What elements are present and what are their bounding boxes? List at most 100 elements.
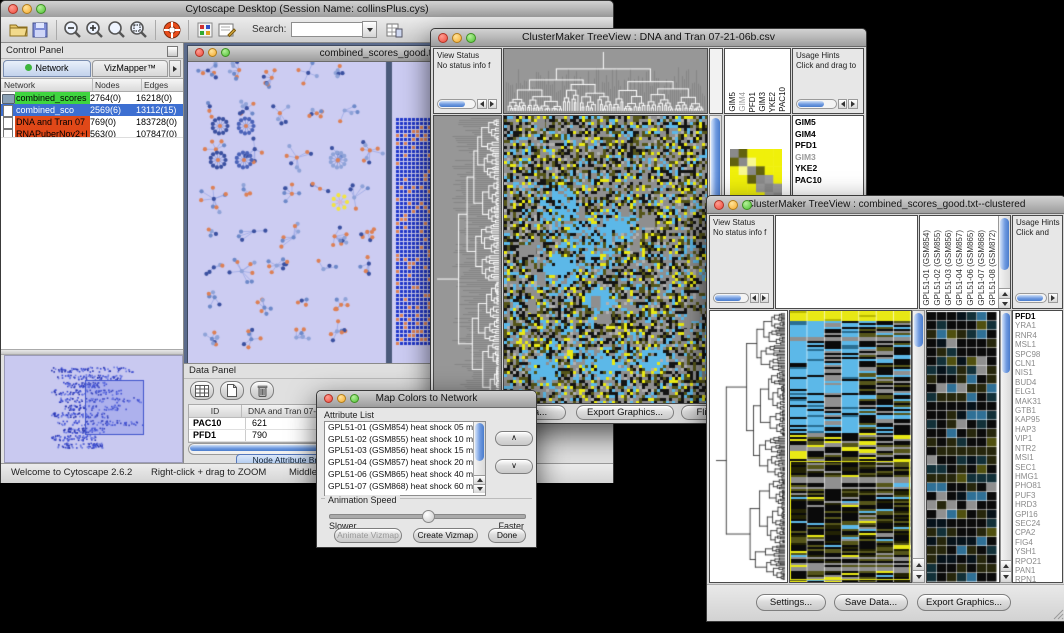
zoom-button[interactable] xyxy=(221,48,230,57)
scroll-right-button[interactable] xyxy=(848,99,858,109)
search-input[interactable] xyxy=(291,22,362,37)
column-label[interactable]: GIM3 xyxy=(758,92,767,112)
zoom-selected-button[interactable] xyxy=(128,19,150,41)
column-label[interactable]: GPL51-03 (GSM856) xyxy=(944,230,953,306)
minimize-button[interactable] xyxy=(337,394,346,403)
gene-label[interactable]: RPO21 xyxy=(1015,557,1060,566)
scrollbar-thumb[interactable] xyxy=(1017,295,1043,301)
gene-label[interactable]: HAP3 xyxy=(1015,425,1060,434)
scroll-right-button[interactable] xyxy=(1048,293,1058,303)
scroll-left-button[interactable] xyxy=(477,99,486,109)
export-graphics-button[interactable]: Export Graphics... xyxy=(576,405,674,420)
column-label[interactable]: GPL51-04 (GSM857) xyxy=(955,230,964,306)
gene-label[interactable]: GPI16 xyxy=(1015,510,1060,519)
delete-attribute-button[interactable] xyxy=(250,381,274,400)
scrollbar-thumb[interactable] xyxy=(439,101,465,107)
gene-label[interactable]: MSL1 xyxy=(1015,340,1060,349)
treeview1-column-labels-pane[interactable]: GIM5GIM4PFD1GIM3YKE2PAC10 xyxy=(724,48,791,114)
help-button[interactable] xyxy=(161,19,183,41)
scroll-right-button[interactable] xyxy=(760,293,769,303)
animate-vizmap-button[interactable]: Animate Vizmap xyxy=(334,528,402,543)
zoom-in-button[interactable] xyxy=(84,19,106,41)
gene-label[interactable]: CPA2 xyxy=(1015,528,1060,537)
zoom-button[interactable] xyxy=(350,394,359,403)
gene-label[interactable]: GIM5 xyxy=(795,117,861,129)
scroll-down-button[interactable] xyxy=(1001,571,1011,582)
close-button[interactable] xyxy=(714,200,724,210)
scroll-up-button[interactable] xyxy=(999,288,1010,298)
zoom-button[interactable] xyxy=(466,33,476,43)
network-overview-canvas[interactable] xyxy=(4,355,183,463)
scroll-left-button[interactable] xyxy=(838,99,848,109)
tab-overflow-button[interactable] xyxy=(169,60,181,77)
close-button[interactable] xyxy=(438,33,448,43)
treeview2-left-dendrogram-pane[interactable] xyxy=(709,310,788,583)
treeview2-gene-list-pane[interactable]: PFD1YRA1RNR4MSL1SPC98CLN1NIS1BUD4ELG1MAK… xyxy=(1012,310,1063,583)
zoom-heatmap-canvas[interactable] xyxy=(927,311,999,582)
zoom-button[interactable] xyxy=(36,4,46,14)
network-tree-row[interactable]: combined_scores2764(0)16218(0) xyxy=(1,92,183,104)
settings-button[interactable]: Settings... xyxy=(756,594,826,611)
gene-label[interactable]: YSH1 xyxy=(1015,547,1060,556)
move-up-button[interactable]: ∧ xyxy=(495,431,533,446)
gene-label[interactable]: SEC24 xyxy=(1015,519,1060,528)
save-data-button[interactable]: Save Data... xyxy=(834,594,908,611)
column-label[interactable]: YKE2 xyxy=(768,92,777,112)
scrollbar-track[interactable] xyxy=(713,293,749,303)
scrollbar-track[interactable] xyxy=(1015,293,1047,303)
gene-label[interactable]: GTB1 xyxy=(1015,406,1060,415)
vscrollbar-thumb[interactable] xyxy=(914,313,923,347)
select-attributes-button[interactable] xyxy=(190,381,214,400)
create-vizmap-button[interactable]: Create Vizmap xyxy=(413,528,478,543)
treeview1-top-dendrogram-pane[interactable] xyxy=(503,48,708,114)
gene-label[interactable]: SPC98 xyxy=(1015,350,1060,359)
column-label[interactable]: GIM4 xyxy=(738,92,747,112)
close-button[interactable] xyxy=(324,394,333,403)
resize-grip-icon[interactable] xyxy=(1052,608,1064,620)
attribute-list-item[interactable]: GPL51-07 (GSM868) heat shock 60 min xyxy=(325,481,473,493)
top-dendrogram-canvas[interactable] xyxy=(504,49,707,113)
gene-label[interactable]: YKE2 xyxy=(795,163,861,175)
view-status-scrollbar[interactable] xyxy=(437,98,497,109)
vscrollbar-thumb[interactable] xyxy=(1000,218,1009,270)
scroll-down-button[interactable] xyxy=(999,298,1010,308)
search-combobox[interactable] xyxy=(291,21,377,38)
gene-label[interactable]: GIM3 xyxy=(795,152,861,164)
float-panel-icon[interactable] xyxy=(167,46,178,57)
gene-label[interactable]: RNR4 xyxy=(1015,331,1060,340)
gene-label[interactable]: PAN1 xyxy=(1015,566,1060,575)
move-down-button[interactable]: ∨ xyxy=(495,459,533,474)
treeview1-left-dendrogram-pane[interactable] xyxy=(433,115,502,404)
gene-label[interactable]: PHO81 xyxy=(1015,481,1060,490)
main-title-bar[interactable]: Cytoscape Desktop (Session Name: collins… xyxy=(1,1,613,18)
attribute-list-item[interactable]: GPL51-01 (GSM854) heat shock 05 min xyxy=(325,422,473,434)
zoom-fit-button[interactable] xyxy=(106,19,128,41)
scroll-up-button[interactable] xyxy=(913,558,924,570)
attribute-list-item[interactable]: GPL51-04 (GSM857) heat shock 20 min xyxy=(325,457,473,469)
column-label[interactable]: GPL51-01 (GSM854) xyxy=(922,230,931,306)
gene-label[interactable]: FIG4 xyxy=(1015,538,1060,547)
attribute-list-item[interactable]: GPL51-06 (GSM865) heat shock 40 min xyxy=(325,469,473,481)
treeview2-vscrollbar[interactable] xyxy=(912,310,925,583)
attribute-listbox[interactable]: GPL51-01 (GSM854) heat shock 05 minGPL51… xyxy=(324,421,486,496)
scroll-up-button[interactable] xyxy=(474,475,485,484)
column-label[interactable]: GPL51-06 (GSM865) xyxy=(966,230,975,306)
gene-label[interactable]: NIS1 xyxy=(1015,368,1060,377)
gene-label[interactable]: RPN1 xyxy=(1015,575,1060,583)
export-graphics-button[interactable]: Export Graphics... xyxy=(917,594,1011,611)
minimize-button[interactable] xyxy=(728,200,738,210)
zoom-button[interactable] xyxy=(742,200,752,210)
attribute-list-scrollbar[interactable] xyxy=(473,422,485,493)
minimize-button[interactable] xyxy=(452,33,462,43)
gene-label[interactable]: YRA1 xyxy=(1015,321,1060,330)
minimize-button[interactable] xyxy=(208,48,217,57)
treeview2-top-dendrogram-pane[interactable] xyxy=(775,215,918,309)
scroll-right-button[interactable] xyxy=(488,99,497,109)
usage-hints-scrollbar[interactable] xyxy=(1015,292,1061,303)
treeview2-zoom-heatmap-pane[interactable] xyxy=(926,310,1000,583)
scrollbar-track[interactable] xyxy=(796,99,837,109)
attribute-list-item[interactable]: GPL51-02 (GSM855) heat shock 10 min xyxy=(325,434,473,446)
column-label[interactable]: GPL51-07 (GSM868) xyxy=(977,230,986,306)
gene-label[interactable]: PUF3 xyxy=(1015,491,1060,500)
heatmap-canvas[interactable] xyxy=(790,311,911,582)
